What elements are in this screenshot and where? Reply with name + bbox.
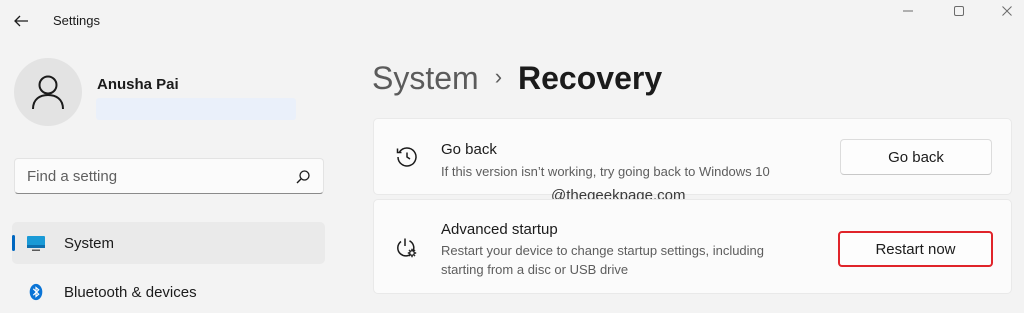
- minimize-button[interactable]: [885, 0, 931, 22]
- search-input[interactable]: Find a setting: [27, 168, 117, 185]
- title-bar: Settings: [0, 0, 1024, 42]
- breadcrumb-parent[interactable]: System: [372, 60, 479, 96]
- maximize-icon: [954, 6, 964, 16]
- card-description: If this version isn’t working, try going…: [441, 164, 770, 179]
- page-title: Recovery: [518, 60, 663, 96]
- sidebar-item-label: System: [64, 235, 115, 252]
- user-name: Anusha Pai: [97, 76, 179, 93]
- person-icon: [32, 75, 64, 110]
- search-box[interactable]: Find a setting: [14, 158, 324, 194]
- breadcrumb: System › Recovery: [372, 60, 662, 97]
- go-back-button[interactable]: Go back: [840, 139, 992, 175]
- back-arrow-icon: [14, 15, 28, 27]
- power-settings-icon: [397, 238, 417, 258]
- restart-now-button[interactable]: Restart now: [838, 231, 993, 267]
- user-email-redacted: [96, 98, 296, 120]
- app-title: Settings: [53, 13, 100, 28]
- go-back-card: Go back If this version isn’t working, t…: [373, 118, 1012, 195]
- card-title: Advanced startup: [441, 221, 558, 238]
- selected-indicator: [12, 235, 15, 251]
- search-icon: [296, 170, 310, 184]
- maximize-button[interactable]: [936, 0, 982, 22]
- avatar[interactable]: [14, 58, 82, 126]
- sidebar-item-label: Bluetooth & devices: [64, 284, 197, 301]
- breadcrumb-separator: ›: [494, 64, 503, 89]
- history-icon: [396, 147, 417, 167]
- back-button[interactable]: [6, 6, 36, 36]
- minimize-icon: [903, 10, 913, 12]
- monitor-icon: [27, 236, 45, 251]
- close-button[interactable]: [984, 0, 1024, 22]
- sidebar-item-bluetooth[interactable]: Bluetooth & devices: [12, 271, 325, 313]
- advanced-startup-card: Advanced startup Restart your device to …: [373, 199, 1012, 294]
- card-description: Restart your device to change startup se…: [441, 243, 765, 277]
- close-icon: [1002, 6, 1012, 16]
- card-title: Go back: [441, 141, 497, 158]
- bluetooth-icon: [29, 283, 43, 301]
- sidebar-item-system[interactable]: System: [12, 222, 325, 264]
